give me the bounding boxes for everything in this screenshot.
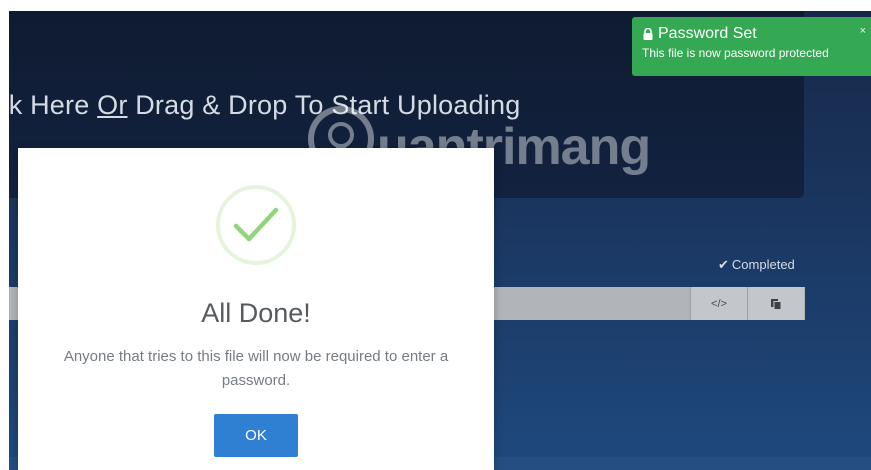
embed-code-button[interactable]: </> — [690, 287, 747, 320]
upload-status-text: Completed — [731, 257, 795, 272]
upload-prompt-suffix: Drag & Drop To Start Uploading — [127, 90, 521, 120]
dialog-message: Anyone that tries to this file will now … — [63, 348, 449, 389]
toast-title: Password Set — [642, 25, 871, 43]
toast-title-text: Password Set — [658, 25, 757, 42]
checkmark-icon: ✔ — [718, 257, 729, 272]
copy-link-button[interactable] — [747, 287, 804, 320]
upload-prompt[interactable]: ck Here Or Drag & Drop To Start Uploadin… — [9, 90, 520, 121]
ok-button[interactable]: OK — [214, 414, 298, 457]
toast-message: This file is now password protected — [642, 46, 829, 60]
password-set-toast: Password Set This file is now password p… — [632, 17, 871, 76]
upload-status: ✔ Completed — [718, 257, 795, 273]
copy-icon — [771, 298, 782, 310]
success-check-icon — [216, 185, 296, 265]
upload-prompt-prefix[interactable]: ck Here — [9, 90, 97, 120]
success-dialog: All Done! Anyone that tries to this file… — [18, 148, 494, 470]
lock-icon — [643, 28, 653, 40]
upload-prompt-or[interactable]: Or — [97, 90, 127, 120]
close-icon[interactable]: × — [860, 25, 866, 37]
dialog-title: All Done! — [201, 298, 311, 328]
